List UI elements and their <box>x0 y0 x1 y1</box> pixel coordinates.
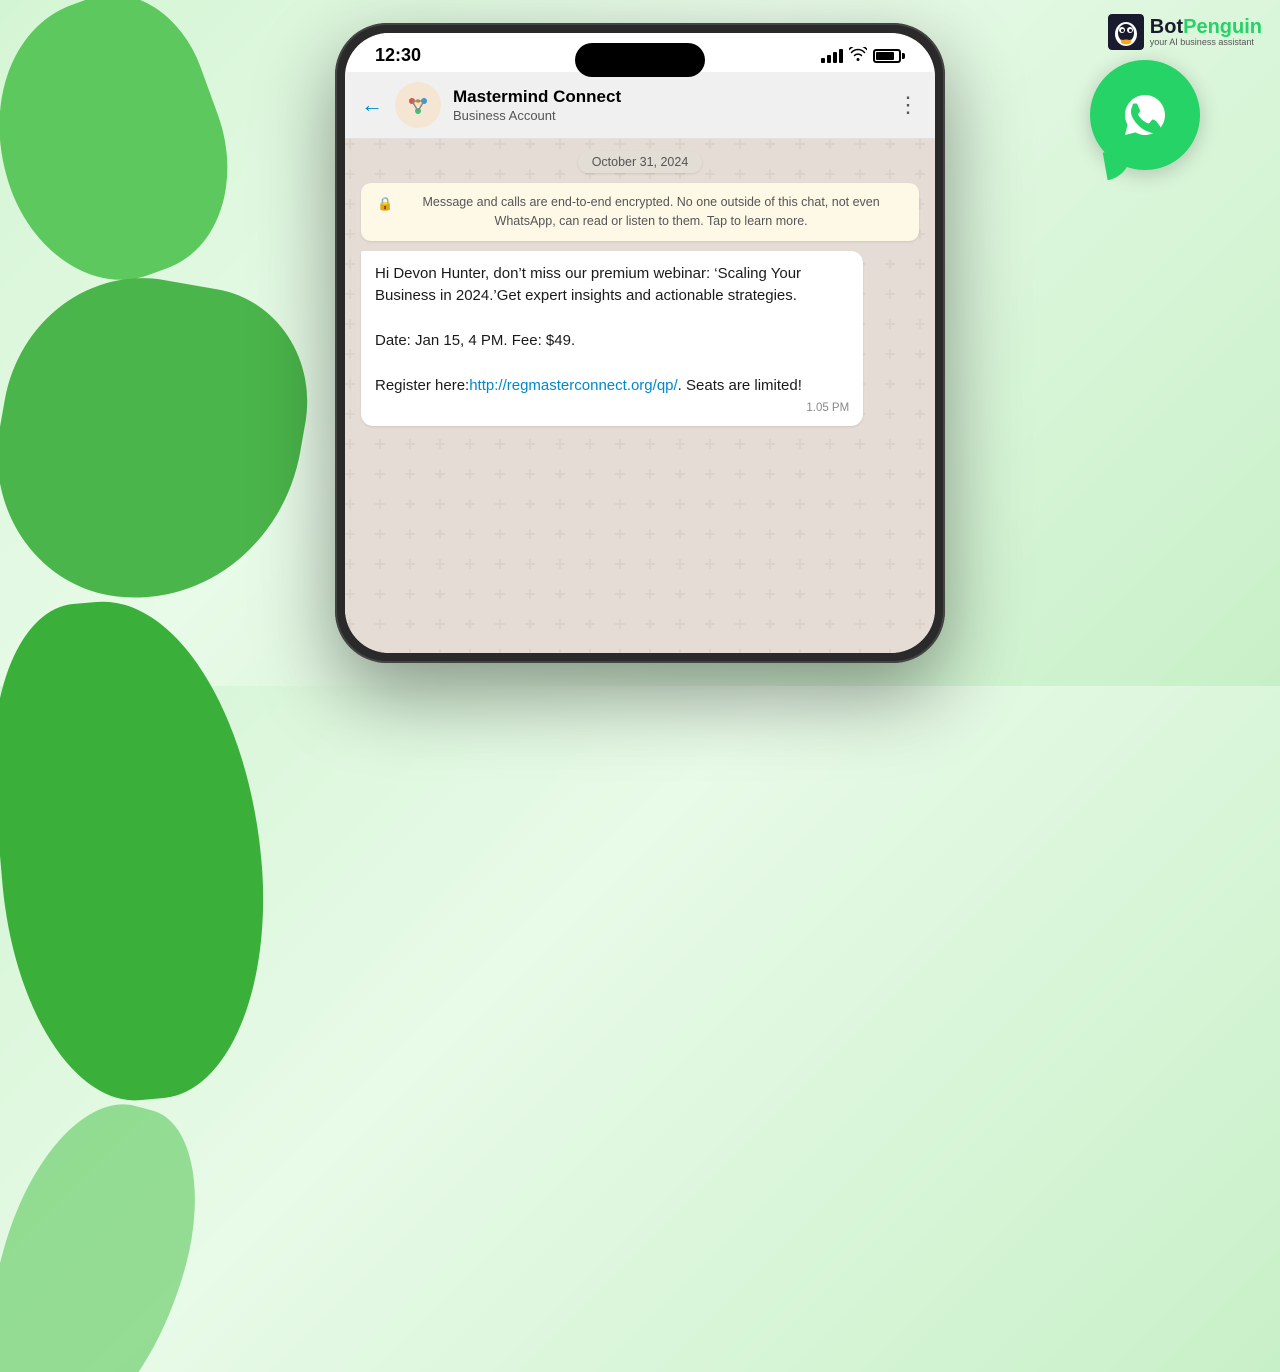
status-bar: 12:30 <box>345 33 935 72</box>
message-text-4: . Seats are limited! <box>678 377 802 394</box>
back-button[interactable]: ← <box>361 92 383 118</box>
contact-name: Mastermind Connect <box>453 87 885 107</box>
dynamic-island <box>575 43 705 77</box>
wifi-icon <box>849 47 867 64</box>
message-text-3: Register here: <box>375 377 469 394</box>
signal-bar-4 <box>839 49 843 63</box>
message-link[interactable]: http://regmasterconnect.org/qp/ <box>469 377 677 394</box>
status-time: 12:30 <box>375 45 421 66</box>
contact-info: Mastermind Connect Business Account <box>453 87 885 122</box>
phone-frame: 12:30 <box>335 23 945 663</box>
botpenguin-text: BotPenguin your AI business assistant <box>1150 16 1262 48</box>
phone-screen: 12:30 <box>345 33 935 653</box>
avatar-icon <box>400 87 436 123</box>
botpenguin-logo: BotPenguin your AI business assistant <box>1108 14 1262 50</box>
bot-text: Bot <box>1150 16 1183 38</box>
date-badge: October 31, 2024 <box>361 151 919 173</box>
message-text: Hi Devon Hunter, don’t miss our premium … <box>375 263 849 398</box>
botpenguin-sub: your AI business assistant <box>1150 38 1262 48</box>
bg-blob-right <box>0 590 281 1111</box>
bg-blob-bottom-left <box>0 256 326 623</box>
message-text-1: Hi Devon Hunter, don’t miss our premium … <box>375 265 801 305</box>
penguin-text: Penguin <box>1183 16 1262 38</box>
signal-bar-3 <box>833 52 837 63</box>
battery-icon <box>873 49 905 63</box>
contact-avatar <box>395 82 441 128</box>
whatsapp-icon <box>1115 85 1175 145</box>
status-icons <box>821 47 905 64</box>
message-footer: 1.05 PM <box>375 402 849 414</box>
whatsapp-bubble <box>1090 60 1200 170</box>
bg-blob-top-left <box>0 0 261 309</box>
message-time: 1.05 PM <box>806 402 849 414</box>
bg-blob-right-2 <box>0 1083 222 1372</box>
lock-icon: 🔒 <box>377 194 393 214</box>
menu-button[interactable]: ⋮ <box>897 92 919 118</box>
message-bubble: Hi Devon Hunter, don’t miss our premium … <box>361 251 863 426</box>
chat-body: October 31, 2024 🔒 Message and calls are… <box>345 139 935 653</box>
botpenguin-icon <box>1108 14 1144 50</box>
chat-header: ← Mastermind Connect Business Accou <box>345 72 935 139</box>
contact-status: Business Account <box>453 108 885 123</box>
signal-bar-2 <box>827 55 831 63</box>
date-label: October 31, 2024 <box>578 151 703 173</box>
encryption-text: Message and calls are end-to-end encrypt… <box>399 193 903 231</box>
signal-bar-1 <box>821 58 825 63</box>
encryption-notice[interactable]: 🔒 Message and calls are end-to-end encry… <box>361 183 919 241</box>
message-text-2: Date: Jan 15, 4 PM. Fee: $49. <box>375 332 575 349</box>
signal-bars-icon <box>821 49 843 63</box>
